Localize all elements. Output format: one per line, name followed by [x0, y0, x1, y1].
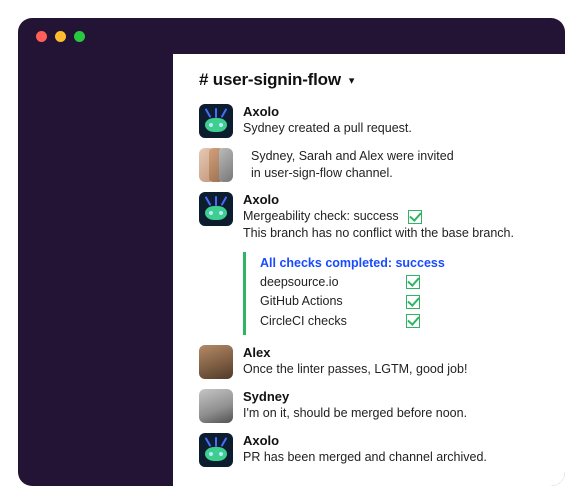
window-close-icon[interactable] — [36, 31, 47, 42]
message: Axolo Sydney created a pull request. — [199, 104, 543, 138]
group-avatar — [199, 148, 233, 182]
axolo-avatar — [199, 192, 233, 226]
check-label: CircleCI checks — [260, 312, 400, 331]
message-text: Mergeability check: success — [243, 208, 543, 225]
chevron-down-icon: ▾ — [349, 74, 355, 87]
axolo-avatar — [199, 104, 233, 138]
check-icon — [408, 210, 422, 224]
checks-thread: All checks completed: success deepsource… — [243, 252, 543, 335]
check-label: deepsource.io — [260, 273, 400, 292]
message-author: Axolo — [243, 433, 543, 448]
message-author: Axolo — [243, 192, 543, 207]
message-author: Axolo — [243, 104, 543, 119]
message: Sydney, Sarah and Alex were invited in u… — [199, 148, 543, 182]
message-text: I'm on it, should be merged before noon. — [243, 405, 543, 422]
app-window: # user-signin-flow ▾ Axolo Sydney create… — [18, 18, 565, 486]
check-row: deepsource.io — [260, 273, 543, 292]
window-maximize-icon[interactable] — [74, 31, 85, 42]
channel-header[interactable]: # user-signin-flow ▾ — [199, 70, 543, 90]
user-avatar — [199, 345, 233, 379]
message-text: in user-sign-flow channel. — [251, 165, 543, 182]
check-icon — [406, 314, 420, 328]
check-row: CircleCI checks — [260, 312, 543, 331]
message-text: Once the linter passes, LGTM, good job! — [243, 361, 543, 378]
check-icon — [406, 295, 420, 309]
message-author: Alex — [243, 345, 543, 360]
channel-name: # user-signin-flow — [199, 70, 341, 90]
check-label: GitHub Actions — [260, 292, 400, 311]
message-text: PR has been merged and channel archived. — [243, 449, 543, 466]
window-titlebar — [18, 18, 565, 54]
thread-title: All checks completed: success — [260, 256, 543, 270]
message: Sydney I'm on it, should be merged befor… — [199, 389, 543, 423]
user-avatar — [199, 389, 233, 423]
message: Axolo Mergeability check: success This b… — [199, 192, 543, 242]
axolo-avatar — [199, 433, 233, 467]
message-author: Sydney — [243, 389, 543, 404]
check-icon — [406, 275, 420, 289]
message: Axolo PR has been merged and channel arc… — [199, 433, 543, 467]
message-text: Sydney created a pull request. — [243, 120, 543, 137]
chat-panel: # user-signin-flow ▾ Axolo Sydney create… — [173, 54, 565, 486]
window-minimize-icon[interactable] — [55, 31, 66, 42]
message: Alex Once the linter passes, LGTM, good … — [199, 345, 543, 379]
check-row: GitHub Actions — [260, 292, 543, 311]
message-text: Sydney, Sarah and Alex were invited — [251, 148, 543, 165]
message-text: This branch has no conflict with the bas… — [243, 225, 543, 242]
